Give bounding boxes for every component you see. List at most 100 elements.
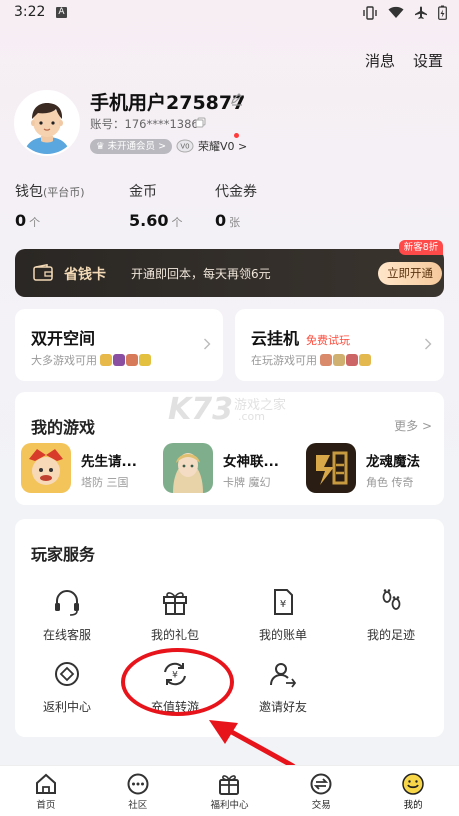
game-icon xyxy=(21,443,71,493)
player-services-card: 玩家服务 在线客服 我的礼包 ¥ 我的账单 我的足迹 返利中心 ¥ 充值转游 邀… xyxy=(15,519,444,737)
highlight-ellipse xyxy=(121,648,234,716)
service-my-gifts[interactable]: 我的礼包 xyxy=(130,587,220,643)
coin-stat[interactable]: 金币 5.60 个 xyxy=(129,181,182,230)
wallet-icon xyxy=(33,264,53,281)
tab-trade[interactable]: 交易 xyxy=(275,766,367,816)
notification-icon: A xyxy=(56,7,67,18)
player-services-title: 玩家服务 xyxy=(31,545,96,564)
voucher-unit: 张 xyxy=(229,216,241,229)
invite-icon xyxy=(270,663,297,688)
tab-label: 交易 xyxy=(311,800,331,811)
tab-home[interactable]: 首页 xyxy=(0,766,92,816)
coin-value: 5.60 xyxy=(129,211,169,230)
save-money-card[interactable]: 省钱卡 开通即回本，每天再领6元 立即开通 xyxy=(15,249,444,297)
chevron-right-icon xyxy=(204,338,211,350)
game-item[interactable]: 女神联... 卡牌 魔幻 xyxy=(163,443,279,493)
coin-unit: 个 xyxy=(171,216,183,229)
watermark-brand: K73 xyxy=(168,392,233,427)
voucher-value: 0 xyxy=(215,211,227,230)
service-label: 邀请好友 xyxy=(258,700,307,714)
game-thumbnails xyxy=(99,354,151,366)
game-name: 女神联... xyxy=(223,454,279,470)
service-label: 我的账单 xyxy=(258,628,307,642)
dual-space-card[interactable]: 双开空间 大多游戏可用 xyxy=(15,309,223,381)
dual-space-title: 双开空间 xyxy=(31,329,96,348)
crown-icon: ♛ xyxy=(96,141,108,152)
save-card-title: 省钱卡 xyxy=(64,267,106,283)
tab-label: 首页 xyxy=(36,800,56,811)
bottom-tab-bar: 首页 社区 福利中心 交易 我的 xyxy=(0,765,459,816)
tab-me[interactable]: 我的 xyxy=(367,766,459,816)
notification-dot xyxy=(234,133,239,138)
vibrate-icon xyxy=(363,5,377,20)
svg-text:¥: ¥ xyxy=(280,599,286,610)
vip-badge-label: 未开通会员 > xyxy=(107,141,167,152)
battery-icon xyxy=(438,5,447,20)
cloud-hang-title: 云挂机 xyxy=(251,329,300,348)
tab-label: 福利中心 xyxy=(210,800,249,811)
account-number: 账号：176****1386 xyxy=(90,117,199,131)
tab-label: 我的 xyxy=(403,800,423,811)
watermark: K73 游戏之家 .com xyxy=(168,392,298,432)
service-online-support[interactable]: 在线客服 xyxy=(22,587,112,643)
footprint-icon xyxy=(382,589,401,610)
tab-welfare[interactable]: 福利中心 xyxy=(184,766,276,816)
service-label: 我的足迹 xyxy=(366,628,415,642)
wallet-stat[interactable]: 钱包(平台币) 0个 xyxy=(15,181,85,230)
voucher-label: 代金券 xyxy=(215,184,257,200)
honor-label: 荣耀V0 > xyxy=(198,140,248,153)
vip-badge[interactable]: ♛ 未开通会员 > xyxy=(90,139,173,154)
trade-icon xyxy=(310,773,332,795)
game-item[interactable]: 先生请... 塔防 三国 xyxy=(21,443,137,493)
edit-icon[interactable] xyxy=(230,92,244,106)
svg-text:V0: V0 xyxy=(180,143,189,151)
service-invite-friends[interactable]: 邀请好友 xyxy=(238,659,328,715)
coin-label: 金币 xyxy=(129,184,157,200)
welfare-icon xyxy=(219,775,240,795)
game-item[interactable]: 龙魂魔法 角色 传奇 xyxy=(306,443,420,493)
home-icon xyxy=(35,773,56,794)
rebate-icon xyxy=(55,662,79,686)
game-name: 先生请... xyxy=(81,454,137,470)
service-my-bill[interactable]: ¥ 我的账单 xyxy=(238,587,328,643)
game-icon xyxy=(306,443,356,493)
service-rebate-center[interactable]: 返利中心 xyxy=(22,659,112,715)
bill-icon: ¥ xyxy=(274,589,293,615)
save-card-desc: 开通即回本，每天再领6元 xyxy=(131,267,271,281)
dual-space-desc: 大多游戏可用 xyxy=(31,354,97,367)
wallet-sub-label: (平台币) xyxy=(43,186,85,199)
wifi-icon xyxy=(388,6,404,18)
honor-medal-icon: V0 xyxy=(176,139,194,153)
activate-button[interactable]: 立即开通 xyxy=(378,262,442,285)
tab-community[interactable]: 社区 xyxy=(92,766,184,816)
status-icons xyxy=(362,5,447,20)
gift-icon xyxy=(163,592,187,615)
messages-link[interactable]: 消息 xyxy=(365,50,395,71)
game-icon xyxy=(163,443,213,493)
me-icon xyxy=(402,773,424,795)
my-games-title: 我的游戏 xyxy=(31,418,96,437)
service-my-footprint[interactable]: 我的足迹 xyxy=(346,587,436,643)
game-name: 龙魂魔法 xyxy=(366,454,420,470)
avatar[interactable] xyxy=(14,90,80,156)
copy-icon[interactable] xyxy=(195,117,206,128)
new-user-discount-tag: 新客8折 xyxy=(399,240,443,255)
watermark-domain: .com xyxy=(238,410,265,423)
service-label: 在线客服 xyxy=(42,628,91,642)
wallet-label: 钱包 xyxy=(15,184,43,200)
status-time: 3:22 xyxy=(14,4,46,20)
game-tags: 塔防 三国 xyxy=(81,476,129,489)
settings-link[interactable]: 设置 xyxy=(413,50,443,71)
headset-icon xyxy=(55,590,79,616)
cloud-hang-desc: 在玩游戏可用 xyxy=(251,354,317,367)
game-thumbnails xyxy=(319,354,371,366)
more-games-link[interactable]: 更多 > xyxy=(394,417,432,434)
voucher-stat[interactable]: 代金券 0张 xyxy=(215,181,257,230)
free-trial-badge: 免费试玩 xyxy=(306,334,351,347)
honor-level[interactable]: V0 荣耀V0 > xyxy=(176,138,247,154)
username: 手机用户275877 xyxy=(90,92,246,114)
chevron-right-icon xyxy=(425,338,432,350)
service-label: 返利中心 xyxy=(42,700,91,714)
cloud-hang-card[interactable]: 云挂机 免费试玩 在玩游戏可用 xyxy=(235,309,444,381)
header-links: 消息 设置 xyxy=(365,50,443,71)
